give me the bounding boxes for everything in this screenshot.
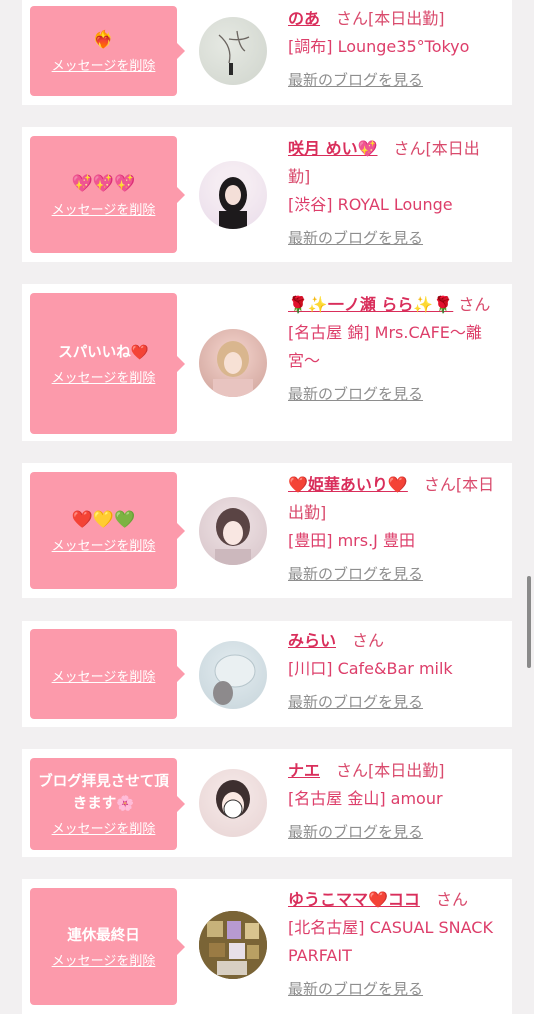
message-bubble: 💖💖💖 メッセージを削除: [30, 136, 185, 253]
message-bubble: 連休最終日 メッセージを削除: [30, 888, 185, 1005]
user-status: さん: [352, 631, 385, 650]
avatar[interactable]: [199, 911, 267, 979]
info: ナエ さん[本日出勤] [名古屋 金山] amour 最新のブログを見る: [288, 757, 500, 845]
avatar[interactable]: [199, 641, 267, 709]
latest-blog-link[interactable]: 最新のブログを見る: [288, 67, 423, 93]
avatar-image: [213, 341, 253, 397]
shop-name: [名古屋 錦] Mrs.CAFE〜離宮〜: [288, 323, 482, 370]
latest-blog-link[interactable]: 最新のブログを見る: [288, 225, 423, 251]
message-text: 連休最終日: [67, 927, 140, 944]
avatar-image: [199, 911, 267, 979]
message-bubble: ❤️‍🔥 メッセージを削除: [30, 6, 185, 96]
avatar-image: [216, 780, 250, 819]
info: みらい さん [川口] Cafe&Bar milk 最新のブログを見る: [288, 627, 500, 715]
shop-name: [名古屋 金山] amour: [288, 789, 443, 808]
message-text: スパいいね❤️: [58, 344, 149, 361]
message-bubble: ❤️💛💚 メッセージを削除: [30, 472, 185, 589]
message-card: ❤️💛💚 メッセージを削除 ❤️姫華あいり❤️ さん[本日出勤] [豊田] mr…: [22, 463, 512, 598]
message-bubble: ブログ拝見させて頂きます🌸 メッセージを削除: [30, 758, 185, 850]
delete-message-button[interactable]: メッセージを削除: [52, 367, 156, 386]
avatar[interactable]: [199, 161, 267, 229]
delete-message-button[interactable]: メッセージを削除: [52, 666, 156, 685]
message-card: スパいいね❤️ メッセージを削除 🌹✨一ノ瀬 らら✨🌹 さん [名古屋 錦] M…: [22, 284, 512, 441]
scrollbar[interactable]: [527, 576, 531, 668]
shop-name: [北名古屋] CASUAL SNACK PARFAIT: [288, 918, 493, 965]
delete-message-button[interactable]: メッセージを削除: [52, 55, 156, 74]
info: ゆうこママ❤️ココ さん [北名古屋] CASUAL SNACK PARFAIT…: [288, 886, 500, 1002]
user-name-link[interactable]: 咲月 めい💖: [288, 139, 378, 158]
shop-name: [渋谷] ROYAL Lounge: [288, 195, 453, 214]
avatar-image: [215, 508, 251, 565]
user-name-link[interactable]: ナエ: [288, 761, 320, 780]
avatar-image: [213, 654, 256, 705]
user-name-link[interactable]: 🌹✨一ノ瀬 らら✨🌹: [288, 295, 453, 314]
delete-message-button[interactable]: メッセージを削除: [52, 199, 156, 218]
message-card: ❤️‍🔥 メッセージを削除 のあ さん[本日出勤] [調布] Lounge35°…: [22, 0, 512, 105]
message-bubble: メッセージを削除: [30, 629, 185, 719]
shop-name: [川口] Cafe&Bar milk: [288, 659, 453, 678]
latest-blog-link[interactable]: 最新のブログを見る: [288, 561, 423, 587]
message-text: 💖💖💖: [71, 173, 136, 194]
user-name-link[interactable]: のあ: [288, 9, 320, 28]
user-status: さん: [458, 295, 491, 314]
user-status: さん[本日出勤]: [336, 9, 445, 28]
message-text: ❤️💛💚: [71, 509, 136, 530]
user-status: さん[本日出勤]: [336, 761, 445, 780]
avatar[interactable]: [199, 497, 267, 565]
delete-message-button[interactable]: メッセージを削除: [52, 950, 156, 969]
shop-name: [調布] Lounge35°Tokyo: [288, 37, 470, 56]
user-status: さん: [435, 890, 468, 909]
message-card: メッセージを削除 みらい さん [川口] Cafe&Bar milk 最新のブロ…: [22, 621, 512, 727]
avatar-image: [219, 177, 247, 229]
delete-message-button[interactable]: メッセージを削除: [52, 818, 156, 837]
latest-blog-link[interactable]: 最新のブログを見る: [288, 381, 423, 407]
avatar-image: [218, 30, 250, 75]
user-name-link[interactable]: ❤️姫華あいり❤️: [288, 475, 408, 494]
avatar[interactable]: [199, 17, 267, 85]
message-text: ❤️‍🔥: [92, 30, 115, 50]
message-card: 連休最終日 メッセージを削除 ゆうこママ❤️ココ さん [北名古屋] CASUA…: [22, 879, 512, 1014]
user-name-link[interactable]: みらい: [288, 631, 336, 650]
user-name-link[interactable]: ゆうこママ❤️ココ: [288, 890, 420, 909]
info: 咲月 めい💖 さん[本日出勤] [渋谷] ROYAL Lounge 最新のブログ…: [288, 135, 500, 251]
info: のあ さん[本日出勤] [調布] Lounge35°Tokyo 最新のブログを見…: [288, 5, 500, 93]
message-text: ブログ拝見させて頂きます🌸: [38, 774, 169, 812]
info: 🌹✨一ノ瀬 らら✨🌹 さん [名古屋 錦] Mrs.CAFE〜離宮〜 最新のブロ…: [288, 291, 500, 407]
message-bubble: スパいいね❤️ メッセージを削除: [30, 293, 185, 434]
avatar[interactable]: [199, 329, 267, 397]
delete-message-button[interactable]: メッセージを削除: [52, 535, 156, 554]
latest-blog-link[interactable]: 最新のブログを見る: [288, 976, 423, 1002]
avatar[interactable]: [199, 769, 267, 837]
latest-blog-link[interactable]: 最新のブログを見る: [288, 689, 423, 715]
shop-name: [豊田] mrs.J 豊田: [288, 531, 415, 550]
message-card: ブログ拝見させて頂きます🌸 メッセージを削除 ナエ さん[本日出勤] [名古屋 …: [22, 749, 512, 857]
message-card: 💖💖💖 メッセージを削除 咲月 めい💖 さん[本日出勤] [渋谷] ROYAL …: [22, 127, 512, 262]
info: ❤️姫華あいり❤️ さん[本日出勤] [豊田] mrs.J 豊田 最新のブログを…: [288, 471, 500, 587]
latest-blog-link[interactable]: 最新のブログを見る: [288, 819, 423, 845]
